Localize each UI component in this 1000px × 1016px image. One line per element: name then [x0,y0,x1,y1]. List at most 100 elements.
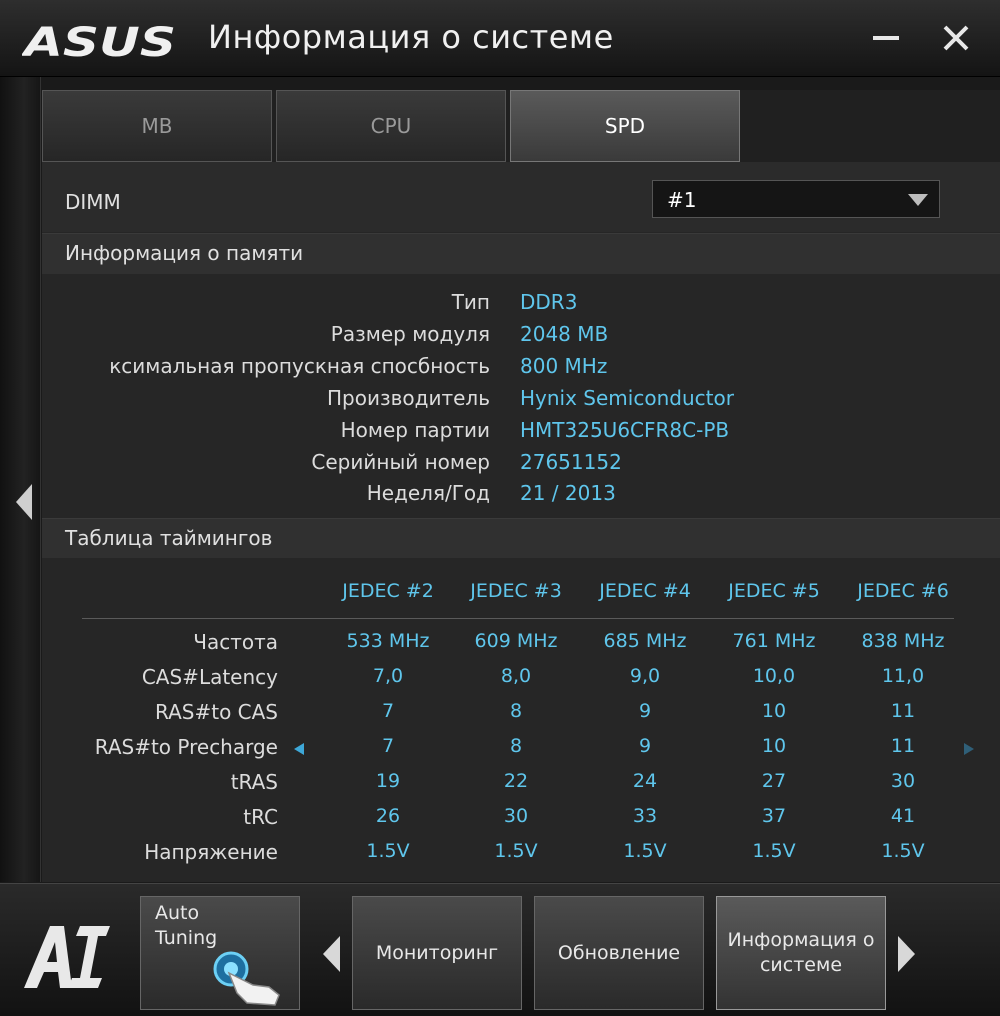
table-cell: 10,0 [752,665,796,687]
svg-text:ASUS: ASUS [22,20,176,64]
bottom-toolbar: Auto Tuning Мониторинг Обновление Информ… [0,883,1000,1016]
table-cell: 27 [761,770,787,792]
tab-mb[interactable]: MB [42,90,272,162]
memory-info-header: Информация о памяти [42,233,1000,275]
auto-tuning-button[interactable]: Auto Tuning [140,896,300,1010]
tab-label: SPD [604,114,646,138]
button-label: Информация о системе [727,929,875,976]
mem-label: Неделя/Год [366,481,490,505]
table-cell: 11,0 [881,665,925,687]
table-cell: 22 [503,770,529,792]
asus-logo: ASUS [22,20,176,64]
mem-label: Производитель [327,386,490,410]
table-cell: 1.5V [881,840,925,862]
mem-value: Hynix Semiconductor [520,386,734,410]
dimm-label: DIMM [65,190,121,214]
table-cell: 19 [375,770,401,792]
close-button[interactable] [936,18,976,58]
row-label: CAS#Latency [141,665,278,689]
hand-pointer-icon [213,951,280,1006]
system-info-button[interactable]: Информация о системе [716,896,886,1010]
main-panel: MB CPU SPD DIMM #1 Информация о памяти Т… [42,90,1000,882]
dimm-row: DIMM #1 [42,162,1000,232]
chevron-down-icon [908,194,928,206]
table-cell: 7,0 [372,665,404,687]
nav-prev-icon[interactable] [320,934,342,974]
table-cell: 11 [890,700,916,722]
timing-table-header: Таблица таймингов [42,518,1000,560]
mem-label: Размер модуля [330,322,490,346]
table-cell: 8 [509,700,523,722]
table-cell: 761 MHz [732,630,816,652]
table-cell: 33 [632,805,658,827]
row-label: tRAS [230,770,278,794]
row-label: Частота [193,630,278,654]
table-cell: 9,0 [629,665,661,687]
timing-table: JEDEC #2 JEDEC #3 JEDEC #4 JEDEC #5 JEDE… [42,558,1000,882]
mem-value: 800 MHz [520,354,608,378]
list-item: Размер модуля 2048 MB [42,320,1000,352]
spd-content: DIMM #1 Информация о памяти Тип DDR3 Раз… [42,162,1000,882]
section-title: Таблица таймингов [65,526,273,550]
mem-value: DDR3 [520,290,578,314]
monitoring-button[interactable]: Мониторинг [352,896,522,1010]
table-cell: 1.5V [366,840,410,862]
table-cell: 7 [381,735,395,757]
column-header: JEDEC #2 [342,580,434,602]
list-item: Серийный номер 27651152 [42,448,1000,480]
column-header: JEDEC #3 [470,580,562,602]
mem-value: 27651152 [520,450,622,474]
table-cell: 838 MHz [861,630,945,652]
table-cell: 30 [503,805,529,827]
section-title: Информация о памяти [65,241,304,265]
table-cell: 9 [638,700,652,722]
row-label: tRC [243,805,278,829]
dimm-selected-value: #1 [667,188,697,212]
mem-value: 2048 MB [520,322,609,346]
table-cell: 1.5V [752,840,796,862]
close-icon [943,25,969,51]
collapse-left-icon[interactable] [12,482,34,522]
mem-label: Тип [451,290,490,314]
button-label: Мониторинг [375,941,499,964]
table-cell: 24 [632,770,658,792]
mem-value: 21 / 2013 [520,481,616,505]
table-cell: 10 [761,700,787,722]
table-cell: 11 [890,735,916,757]
table-cell: 533 MHz [346,630,430,652]
list-item: ксимальная пропускная спосбность 800 MHz [42,352,1000,384]
ai-suite-logo [24,926,110,988]
tab-cpu[interactable]: CPU [276,90,506,162]
table-cell: 37 [761,805,787,827]
table-cell: 10 [761,735,787,757]
table-cell: 685 MHz [603,630,687,652]
scroll-left-icon[interactable] [292,742,306,756]
scroll-right-icon[interactable] [962,742,976,756]
button-label: Обновление [557,941,681,964]
table-cell: 26 [375,805,401,827]
list-item: Номер партии HMT325U6CFR8C-PB [42,416,1000,448]
tab-label: MB [141,114,173,138]
list-item: Производитель Hynix Semiconductor [42,384,1000,416]
minimize-icon [873,36,899,40]
dimm-select[interactable]: #1 [652,180,940,218]
table-cell: 8 [509,735,523,757]
update-button[interactable]: Обновление [534,896,704,1010]
table-cell: 9 [638,735,652,757]
tab-spd[interactable]: SPD [510,90,740,162]
title-bar: ASUS Информация о системе [0,0,1000,77]
header-divider [82,618,954,619]
list-item: Тип DDR3 [42,288,1000,320]
nav-next-icon[interactable] [896,934,918,974]
table-cell: 41 [890,805,916,827]
column-header: JEDEC #6 [857,580,949,602]
column-header: JEDEC #5 [728,580,820,602]
table-cell: 8,0 [500,665,532,687]
table-cell: 1.5V [494,840,538,862]
table-cell: 609 MHz [474,630,558,652]
list-item: Неделя/Год 21 / 2013 [42,479,1000,511]
minimize-button[interactable] [865,18,905,58]
row-label: Напряжение [144,840,278,864]
mem-value: HMT325U6CFR8C-PB [520,418,730,442]
mem-label: ксимальная пропускная спосбность [109,354,490,378]
